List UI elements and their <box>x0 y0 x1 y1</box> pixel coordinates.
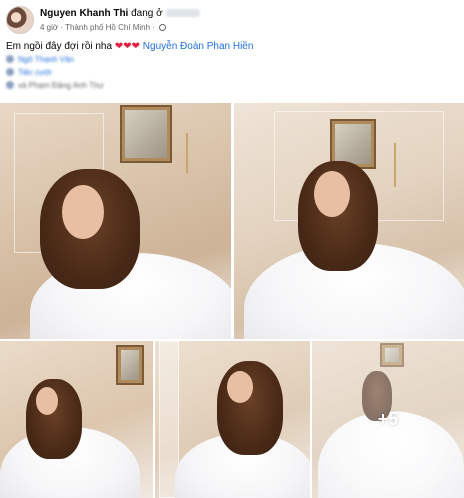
face <box>314 171 350 217</box>
globe-icon[interactable] <box>159 24 167 31</box>
meta-separator-2: · <box>152 23 155 32</box>
heart-icon: ❤ <box>131 41 141 52</box>
user-icon <box>6 55 14 63</box>
tag-icon <box>6 68 14 76</box>
face <box>36 387 58 415</box>
hair <box>217 361 283 455</box>
post-location[interactable]: Thành phố Hồ Chí Minh <box>65 23 150 32</box>
post-photo-4[interactable] <box>155 341 310 498</box>
blurred-text[interactable]: và Phạm Đặng Anh Thư <box>18 81 104 90</box>
blurred-line: Ngô Thanh Vân <box>6 55 206 68</box>
candle-lamp <box>394 143 396 187</box>
more-photos-overlay[interactable]: +5 <box>312 341 464 498</box>
post-photo-1[interactable] <box>0 103 231 339</box>
facebook-post: Nguyen Khanh Thi đang ở 4 giờ · Thành ph… <box>0 0 464 498</box>
post-header: Nguyen Khanh Thi đang ở 4 giờ · Thành ph… <box>6 6 458 36</box>
post-photo-2[interactable] <box>234 103 464 339</box>
blurred-line: và Phạm Đặng Anh Thư <box>6 81 206 94</box>
heart-icon: ❤ <box>123 41 132 52</box>
caption-text: Em ngồi đây đợi rồi nha <box>6 41 113 52</box>
post-caption: Em ngồi đây đợi rồi nha ❤❤❤ Nguyễn Đoàn … <box>6 41 253 52</box>
author-name[interactable]: Nguyen Khanh Thi <box>40 8 128 19</box>
blurred-tags: Ngô Thanh Vân Tiệc cưới và Phạm Đặng Anh… <box>6 55 206 94</box>
blurred-line: Tiệc cưới <box>6 68 206 81</box>
wall-picture-frame <box>120 105 172 163</box>
heart-icon: ❤ <box>114 41 124 52</box>
face <box>227 371 253 403</box>
more-photos-count: +5 <box>377 409 399 429</box>
tagged-user-link[interactable]: Nguyễn Đoàn Phan Hiền <box>143 41 254 52</box>
avatar[interactable] <box>6 6 34 34</box>
wall-picture-frame <box>116 345 144 385</box>
status-prefix: đang ở <box>131 8 163 19</box>
blurred-text[interactable]: Ngô Thanh Vân <box>18 55 74 64</box>
face <box>62 185 104 239</box>
post-meta: 4 giờ · Thành phố Hồ Chí Minh · <box>40 23 167 32</box>
author-line: Nguyen Khanh Thi đang ở <box>40 8 200 19</box>
post-photo-5[interactable]: +5 <box>312 341 464 498</box>
blurred-place <box>165 9 200 18</box>
candle-lamp <box>186 133 188 173</box>
post-time[interactable]: 4 giờ <box>40 23 58 32</box>
post-photo-3[interactable] <box>0 341 153 498</box>
meta-separator: · <box>60 23 64 32</box>
user-icon <box>6 81 14 89</box>
blurred-text[interactable]: Tiệc cưới <box>18 68 51 77</box>
